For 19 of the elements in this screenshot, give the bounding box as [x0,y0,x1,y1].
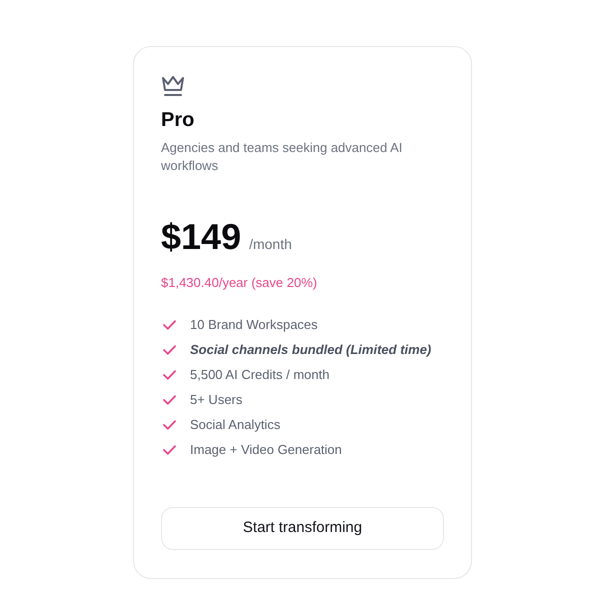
check-icon [163,320,176,330]
plan-description: Agencies and teams seeking advanced AI workflows [161,139,404,175]
feature-text: Social channels bundled (Limited time) [190,340,432,358]
feature-text: 5+ Users [190,390,242,408]
price-period: /month [249,235,292,254]
feature-text: Image + Video Generation [190,440,342,458]
check-icon [163,394,176,404]
check-icon [163,444,176,454]
check-icon [163,420,176,430]
crown-icon [161,75,185,97]
start-button[interactable]: Start transforming [161,507,444,550]
feature-text: 10 Brand Workspaces [190,316,318,334]
check-icon [163,344,176,354]
price: $149 [161,217,242,257]
feature-text: 5,500 AI Credits / month [190,366,330,384]
plan-title: Pro [161,108,196,133]
check-icon [163,370,176,380]
feature-text: Social Analytics [190,416,280,434]
yearly-price: $1,430.40/year (save 20%) [161,274,318,292]
